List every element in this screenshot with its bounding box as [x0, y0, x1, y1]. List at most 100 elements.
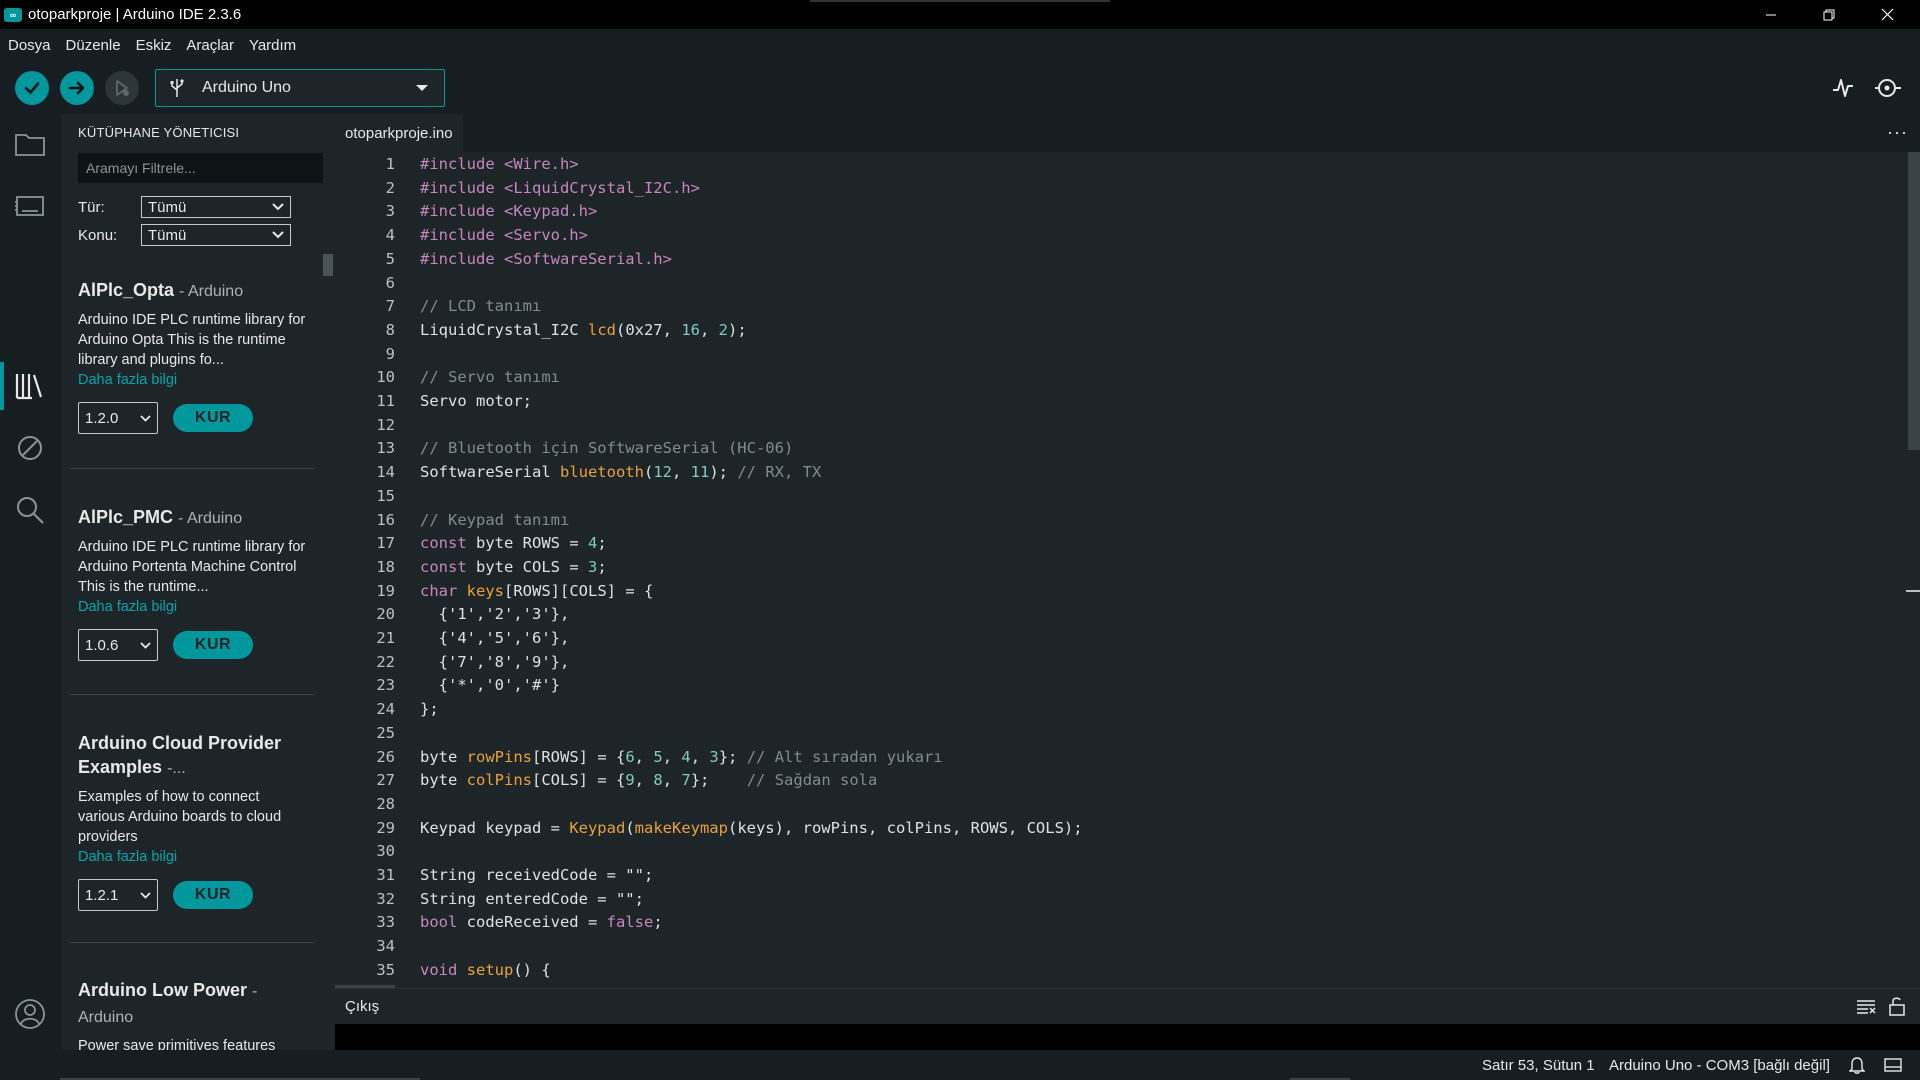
code-line[interactable]: }; [420, 697, 439, 721]
more-info-link[interactable]: Daha fazla bilgi [78, 370, 308, 390]
code-line[interactable]: String enteredCode = ""; [420, 887, 644, 911]
version-select[interactable]: 1.2.0 [78, 402, 158, 434]
code-line[interactable]: #include <Keypad.h> [420, 199, 597, 223]
code-editor[interactable]: 1 2 3 4 5 6 7 8 9 10 11 12 13 14 15 16 17 18 19 20 21 22 23 24 2… [335, 152, 1920, 988]
upload-icon [68, 81, 85, 95]
cursor-position[interactable]: Satır 53, Sütun 1 [1482, 1057, 1595, 1074]
menu-file[interactable]: Dosya [8, 37, 51, 54]
code-line[interactable]: char keys[ROWS][COLS] = { [420, 579, 653, 603]
code-line[interactable]: // Servo tanımı [420, 365, 560, 389]
line-number: 6 [385, 273, 395, 292]
menu-help[interactable]: Yardım [249, 37, 296, 54]
output-console[interactable] [335, 1024, 1920, 1050]
install-button[interactable]: KUR [173, 881, 253, 909]
code-line[interactable]: byte rowPins[ROWS] = {6, 5, 4, 3}; // Al… [420, 745, 943, 769]
code-line[interactable]: String receivedCode = ""; [420, 863, 653, 887]
code-token: #include <Servo.h> [420, 226, 588, 245]
folder-icon[interactable] [10, 124, 50, 164]
code-token: [COLS] = { [532, 771, 626, 790]
code-token: 6 [625, 747, 635, 766]
debug-icon[interactable] [10, 428, 50, 468]
version-select[interactable]: 1.2.1 [78, 879, 158, 911]
board-selector[interactable]: Arduino Uno [155, 69, 445, 107]
boards-manager-icon[interactable] [10, 186, 50, 226]
line-number: 4 [385, 226, 395, 245]
line-number: 21 [376, 629, 395, 647]
more-info-link[interactable]: Daha fazla bilgi [78, 847, 308, 867]
library-manager-title: KÜTÜPHANE YÖNETICISI [78, 125, 240, 140]
code-line[interactable]: // Keypad tanımı [420, 508, 569, 532]
code-line[interactable]: void setup() { [420, 958, 551, 982]
library-manager-icon[interactable] [10, 366, 50, 406]
code-token: , [699, 320, 719, 339]
minimize-icon[interactable] [1742, 0, 1800, 29]
menu-tools[interactable]: Araçlar [186, 37, 234, 54]
code-token: // Servo tanımı [420, 368, 560, 387]
board-port-status[interactable]: Arduino Uno - COM3 [bağlı değil] [1609, 1057, 1830, 1074]
code-line[interactable]: // LCD tanımı [420, 294, 541, 318]
search-icon[interactable] [10, 490, 50, 530]
serial-plotter-button[interactable] [1828, 73, 1858, 103]
code-line[interactable]: // Bluetooth için SoftwareSerial (HC-06) [420, 436, 793, 460]
code-line[interactable]: #include <Servo.h> [420, 223, 588, 247]
line-number: 28 [376, 794, 395, 813]
chevron-down-icon [140, 891, 151, 899]
topic-filter-select[interactable]: Tümü [141, 224, 291, 246]
code-line[interactable]: Servo motor; [420, 389, 532, 413]
code-line[interactable]: {'1','2','3'}, [420, 602, 570, 626]
code-line[interactable]: SoftwareSerial bluetooth(12, 11); // RX,… [420, 460, 821, 484]
code-line[interactable]: {'7','8','9'}, [420, 650, 570, 674]
code-line[interactable]: LiquidCrystal_I2C lcd(0x27, 16, 2); [420, 318, 747, 342]
line-number: 18 [376, 557, 395, 576]
serial-monitor-button[interactable] [1873, 73, 1903, 103]
install-button[interactable]: KUR [173, 404, 253, 432]
account-icon[interactable] [10, 994, 50, 1034]
tab-otoparkproje-ino[interactable]: otoparkproje.ino [335, 114, 463, 152]
more-actions-icon[interactable]: ··· [1887, 122, 1908, 143]
menu-bar: Dosya Düzenle Eskiz Araçlar Yardım [0, 29, 1920, 61]
code-line[interactable]: #include <LiquidCrystal_I2C.h> [420, 176, 700, 200]
menu-edit[interactable]: Düzenle [66, 37, 121, 54]
line-number: 20 [376, 605, 395, 624]
library-description: Arduino IDE PLC runtime library for Ardu… [78, 539, 306, 595]
library-search-input[interactable] [78, 153, 323, 183]
code-token: void [420, 960, 458, 979]
library-scrollbar[interactable] [323, 254, 333, 276]
close-icon[interactable] [1858, 0, 1916, 29]
menu-sketch[interactable]: Eskiz [136, 37, 172, 54]
upload-button[interactable] [60, 71, 94, 105]
code-token: [ROWS][COLS] = { [504, 581, 654, 600]
debug-button[interactable] [105, 71, 139, 105]
code-token: {'4','5','6'}, [420, 629, 570, 647]
code-line[interactable]: {'*','0','#'} [420, 673, 560, 697]
code-line[interactable]: {'4','5','6'}, [420, 626, 570, 650]
lock-icon[interactable] [1888, 996, 1906, 1021]
code-token: byte [420, 747, 467, 766]
code-line[interactable]: Keypad keypad = Keypad(makeKeymap(keys),… [420, 816, 1083, 840]
restore-icon[interactable] [1800, 0, 1858, 29]
code-line[interactable]: const byte ROWS = 4; [420, 531, 607, 555]
editor-vertical-scrollbar[interactable] [1906, 152, 1920, 988]
verify-button[interactable] [15, 71, 49, 105]
toggle-panel-icon[interactable] [1884, 1056, 1902, 1074]
code-line[interactable]: bool codeReceived = false; [420, 910, 663, 934]
code-token: ( [625, 818, 635, 837]
code-line[interactable]: #include <Wire.h> [420, 152, 579, 176]
code-line[interactable]: byte colPins[COLS] = {9, 8, 7}; // Sağda… [420, 768, 877, 792]
code-token: rowPins [466, 747, 532, 766]
code-line[interactable]: const byte COLS = 3; [420, 555, 607, 579]
line-number: 1 [385, 155, 395, 173]
scrollbar-thumb[interactable] [1908, 152, 1920, 450]
version-select[interactable]: 1.0.6 [78, 629, 158, 661]
clear-output-icon[interactable] [1856, 998, 1876, 1019]
version-value: 1.0.6 [85, 636, 119, 654]
cursor-position-marker [1906, 590, 1920, 592]
type-filter-select[interactable]: Tümü [141, 196, 291, 218]
chevron-down-icon [272, 231, 284, 239]
more-info-link[interactable]: Daha fazla bilgi [78, 597, 308, 617]
notification-bell-icon[interactable] [1848, 1056, 1866, 1074]
install-button[interactable]: KUR [173, 631, 253, 659]
code-line[interactable]: #include <SoftwareSerial.h> [420, 247, 672, 271]
code-token: () { [513, 960, 551, 979]
